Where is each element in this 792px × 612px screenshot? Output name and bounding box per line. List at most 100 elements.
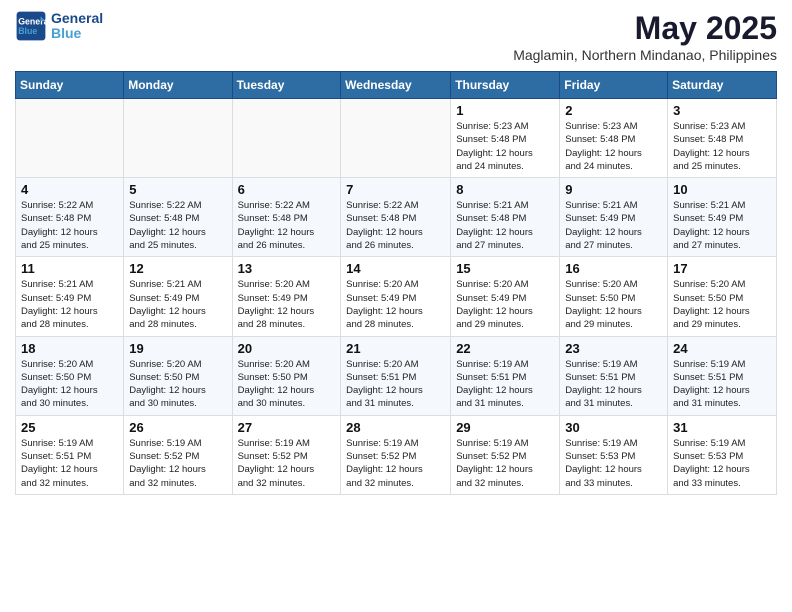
calendar-cell: 31Sunrise: 5:19 AM Sunset: 5:53 PM Dayli… bbox=[668, 415, 777, 494]
day-number: 3 bbox=[673, 103, 771, 118]
day-info: Sunrise: 5:21 AM Sunset: 5:49 PM Dayligh… bbox=[129, 278, 226, 331]
calendar-cell: 17 Sunrise: 5:20 AM Sunset: 5:50 PM Dayli… bbox=[668, 257, 777, 336]
day-number: 1 bbox=[456, 103, 554, 118]
day-number: 10 bbox=[673, 182, 771, 197]
day-info: Sunrise: 5:20 AM Sunset: 5:50 PM Dayligh… bbox=[129, 358, 226, 411]
svg-text:General: General bbox=[18, 16, 47, 26]
day-info: Sunrise: 5:22 AM Sunset: 5:48 PM Dayligh… bbox=[21, 199, 118, 252]
logo-text: General Blue bbox=[51, 11, 103, 42]
day-number: 21 bbox=[346, 341, 445, 356]
calendar-cell: 15 Sunrise: 5:20 AM Sunset: 5:49 PM Dayli… bbox=[451, 257, 560, 336]
day-number: 19 bbox=[129, 341, 226, 356]
day-info: Sunrise: 5:20 AM Sunset: 5:49 PM Dayligh… bbox=[346, 278, 445, 331]
day-info: Sunrise: 5:19 AM Sunset: 5:52 PM Dayligh… bbox=[238, 437, 336, 490]
day-info: Sunrise: 5:23 AM Sunset: 5:48 PM Dayligh… bbox=[673, 120, 771, 173]
day-info: Sunrise: 5:19 AM Sunset: 5:53 PM Dayligh… bbox=[565, 437, 662, 490]
title-section: May 2025 Maglamin, Northern Mindanao, Ph… bbox=[513, 10, 777, 63]
day-number: 24 bbox=[673, 341, 771, 356]
day-number: 27 bbox=[238, 420, 336, 435]
calendar-cell: 5Sunrise: 5:22 AM Sunset: 5:48 PM Daylig… bbox=[124, 178, 232, 257]
calendar-cell: 6 Sunrise: 5:22 AM Sunset: 5:48 PM Daylig… bbox=[232, 178, 341, 257]
day-info: Sunrise: 5:19 AM Sunset: 5:52 PM Dayligh… bbox=[346, 437, 445, 490]
day-info: Sunrise: 5:20 AM Sunset: 5:51 PM Dayligh… bbox=[346, 358, 445, 411]
day-number: 29 bbox=[456, 420, 554, 435]
weekday-header: Monday bbox=[124, 72, 232, 99]
subtitle: Maglamin, Northern Mindanao, Philippines bbox=[513, 47, 777, 63]
calendar-cell: 19 Sunrise: 5:20 AM Sunset: 5:50 PM Dayli… bbox=[124, 336, 232, 415]
day-number: 2 bbox=[565, 103, 662, 118]
weekday-header: Wednesday bbox=[341, 72, 451, 99]
calendar-cell: 2Sunrise: 5:23 AM Sunset: 5:48 PM Daylig… bbox=[560, 99, 668, 178]
day-number: 11 bbox=[21, 261, 118, 276]
day-info: Sunrise: 5:19 AM Sunset: 5:51 PM Dayligh… bbox=[565, 358, 662, 411]
weekday-header: Friday bbox=[560, 72, 668, 99]
day-number: 17 bbox=[673, 261, 771, 276]
day-number: 6 bbox=[238, 182, 336, 197]
day-info: Sunrise: 5:21 AM Sunset: 5:49 PM Dayligh… bbox=[21, 278, 118, 331]
day-info: Sunrise: 5:21 AM Sunset: 5:48 PM Dayligh… bbox=[456, 199, 554, 252]
calendar-cell: 18Sunrise: 5:20 AM Sunset: 5:50 PM Dayli… bbox=[16, 336, 124, 415]
calendar-week-row: 4 Sunrise: 5:22 AM Sunset: 5:48 PM Daylig… bbox=[16, 178, 777, 257]
calendar-cell: 3 Sunrise: 5:23 AM Sunset: 5:48 PM Daylig… bbox=[668, 99, 777, 178]
day-info: Sunrise: 5:22 AM Sunset: 5:48 PM Dayligh… bbox=[346, 199, 445, 252]
day-number: 30 bbox=[565, 420, 662, 435]
calendar-header-row: SundayMondayTuesdayWednesdayThursdayFrid… bbox=[16, 72, 777, 99]
calendar-cell: 16 Sunrise: 5:20 AM Sunset: 5:50 PM Dayli… bbox=[560, 257, 668, 336]
calendar-cell: 9Sunrise: 5:21 AM Sunset: 5:49 PM Daylig… bbox=[560, 178, 668, 257]
day-info: Sunrise: 5:20 AM Sunset: 5:50 PM Dayligh… bbox=[565, 278, 662, 331]
calendar-cell: 12 Sunrise: 5:21 AM Sunset: 5:49 PM Dayli… bbox=[124, 257, 232, 336]
weekday-header: Saturday bbox=[668, 72, 777, 99]
day-number: 22 bbox=[456, 341, 554, 356]
calendar-cell: 8 Sunrise: 5:21 AM Sunset: 5:48 PM Daylig… bbox=[451, 178, 560, 257]
calendar-cell: 21 Sunrise: 5:20 AM Sunset: 5:51 PM Dayli… bbox=[341, 336, 451, 415]
calendar-cell: 29Sunrise: 5:19 AM Sunset: 5:52 PM Dayli… bbox=[451, 415, 560, 494]
day-number: 25 bbox=[21, 420, 118, 435]
day-number: 4 bbox=[21, 182, 118, 197]
calendar-cell: 27 Sunrise: 5:19 AM Sunset: 5:52 PM Dayli… bbox=[232, 415, 341, 494]
day-number: 31 bbox=[673, 420, 771, 435]
calendar-cell: 20Sunrise: 5:20 AM Sunset: 5:50 PM Dayli… bbox=[232, 336, 341, 415]
calendar-cell: 13Sunrise: 5:20 AM Sunset: 5:49 PM Dayli… bbox=[232, 257, 341, 336]
weekday-header: Thursday bbox=[451, 72, 560, 99]
day-number: 12 bbox=[129, 261, 226, 276]
calendar-cell: 11 Sunrise: 5:21 AM Sunset: 5:49 PM Dayli… bbox=[16, 257, 124, 336]
day-number: 20 bbox=[238, 341, 336, 356]
day-info: Sunrise: 5:19 AM Sunset: 5:51 PM Dayligh… bbox=[456, 358, 554, 411]
day-info: Sunrise: 5:20 AM Sunset: 5:50 PM Dayligh… bbox=[673, 278, 771, 331]
day-number: 7 bbox=[346, 182, 445, 197]
page: General Blue General Blue May 2025 Magla… bbox=[0, 0, 792, 510]
calendar-cell: 22 Sunrise: 5:19 AM Sunset: 5:51 PM Dayli… bbox=[451, 336, 560, 415]
day-number: 14 bbox=[346, 261, 445, 276]
day-number: 8 bbox=[456, 182, 554, 197]
day-info: Sunrise: 5:20 AM Sunset: 5:49 PM Dayligh… bbox=[456, 278, 554, 331]
calendar-cell: 25 Sunrise: 5:19 AM Sunset: 5:51 PM Dayli… bbox=[16, 415, 124, 494]
day-number: 28 bbox=[346, 420, 445, 435]
calendar-cell: 26Sunrise: 5:19 AM Sunset: 5:52 PM Dayli… bbox=[124, 415, 232, 494]
calendar-cell: 10Sunrise: 5:21 AM Sunset: 5:49 PM Dayli… bbox=[668, 178, 777, 257]
day-info: Sunrise: 5:19 AM Sunset: 5:51 PM Dayligh… bbox=[21, 437, 118, 490]
day-info: Sunrise: 5:22 AM Sunset: 5:48 PM Dayligh… bbox=[238, 199, 336, 252]
day-info: Sunrise: 5:20 AM Sunset: 5:50 PM Dayligh… bbox=[21, 358, 118, 411]
logo-icon: General Blue bbox=[15, 10, 47, 42]
calendar-cell bbox=[341, 99, 451, 178]
calendar-cell: 7 Sunrise: 5:22 AM Sunset: 5:48 PM Daylig… bbox=[341, 178, 451, 257]
day-number: 16 bbox=[565, 261, 662, 276]
day-number: 5 bbox=[129, 182, 226, 197]
day-number: 23 bbox=[565, 341, 662, 356]
calendar-cell: 24Sunrise: 5:19 AM Sunset: 5:51 PM Dayli… bbox=[668, 336, 777, 415]
calendar-week-row: 18Sunrise: 5:20 AM Sunset: 5:50 PM Dayli… bbox=[16, 336, 777, 415]
main-title: May 2025 bbox=[513, 10, 777, 47]
day-number: 15 bbox=[456, 261, 554, 276]
day-number: 13 bbox=[238, 261, 336, 276]
calendar-cell: 28 Sunrise: 5:19 AM Sunset: 5:52 PM Dayli… bbox=[341, 415, 451, 494]
calendar-week-row: 11 Sunrise: 5:21 AM Sunset: 5:49 PM Dayli… bbox=[16, 257, 777, 336]
calendar-cell bbox=[232, 99, 341, 178]
calendar-cell: 1 Sunrise: 5:23 AM Sunset: 5:48 PM Daylig… bbox=[451, 99, 560, 178]
logo: General Blue General Blue bbox=[15, 10, 103, 42]
calendar-cell: 4 Sunrise: 5:22 AM Sunset: 5:48 PM Daylig… bbox=[16, 178, 124, 257]
header: General Blue General Blue May 2025 Magla… bbox=[15, 10, 777, 63]
calendar-cell bbox=[124, 99, 232, 178]
calendar-cell: 14 Sunrise: 5:20 AM Sunset: 5:49 PM Dayli… bbox=[341, 257, 451, 336]
day-info: Sunrise: 5:23 AM Sunset: 5:48 PM Dayligh… bbox=[456, 120, 554, 173]
calendar-week-row: 1 Sunrise: 5:23 AM Sunset: 5:48 PM Daylig… bbox=[16, 99, 777, 178]
